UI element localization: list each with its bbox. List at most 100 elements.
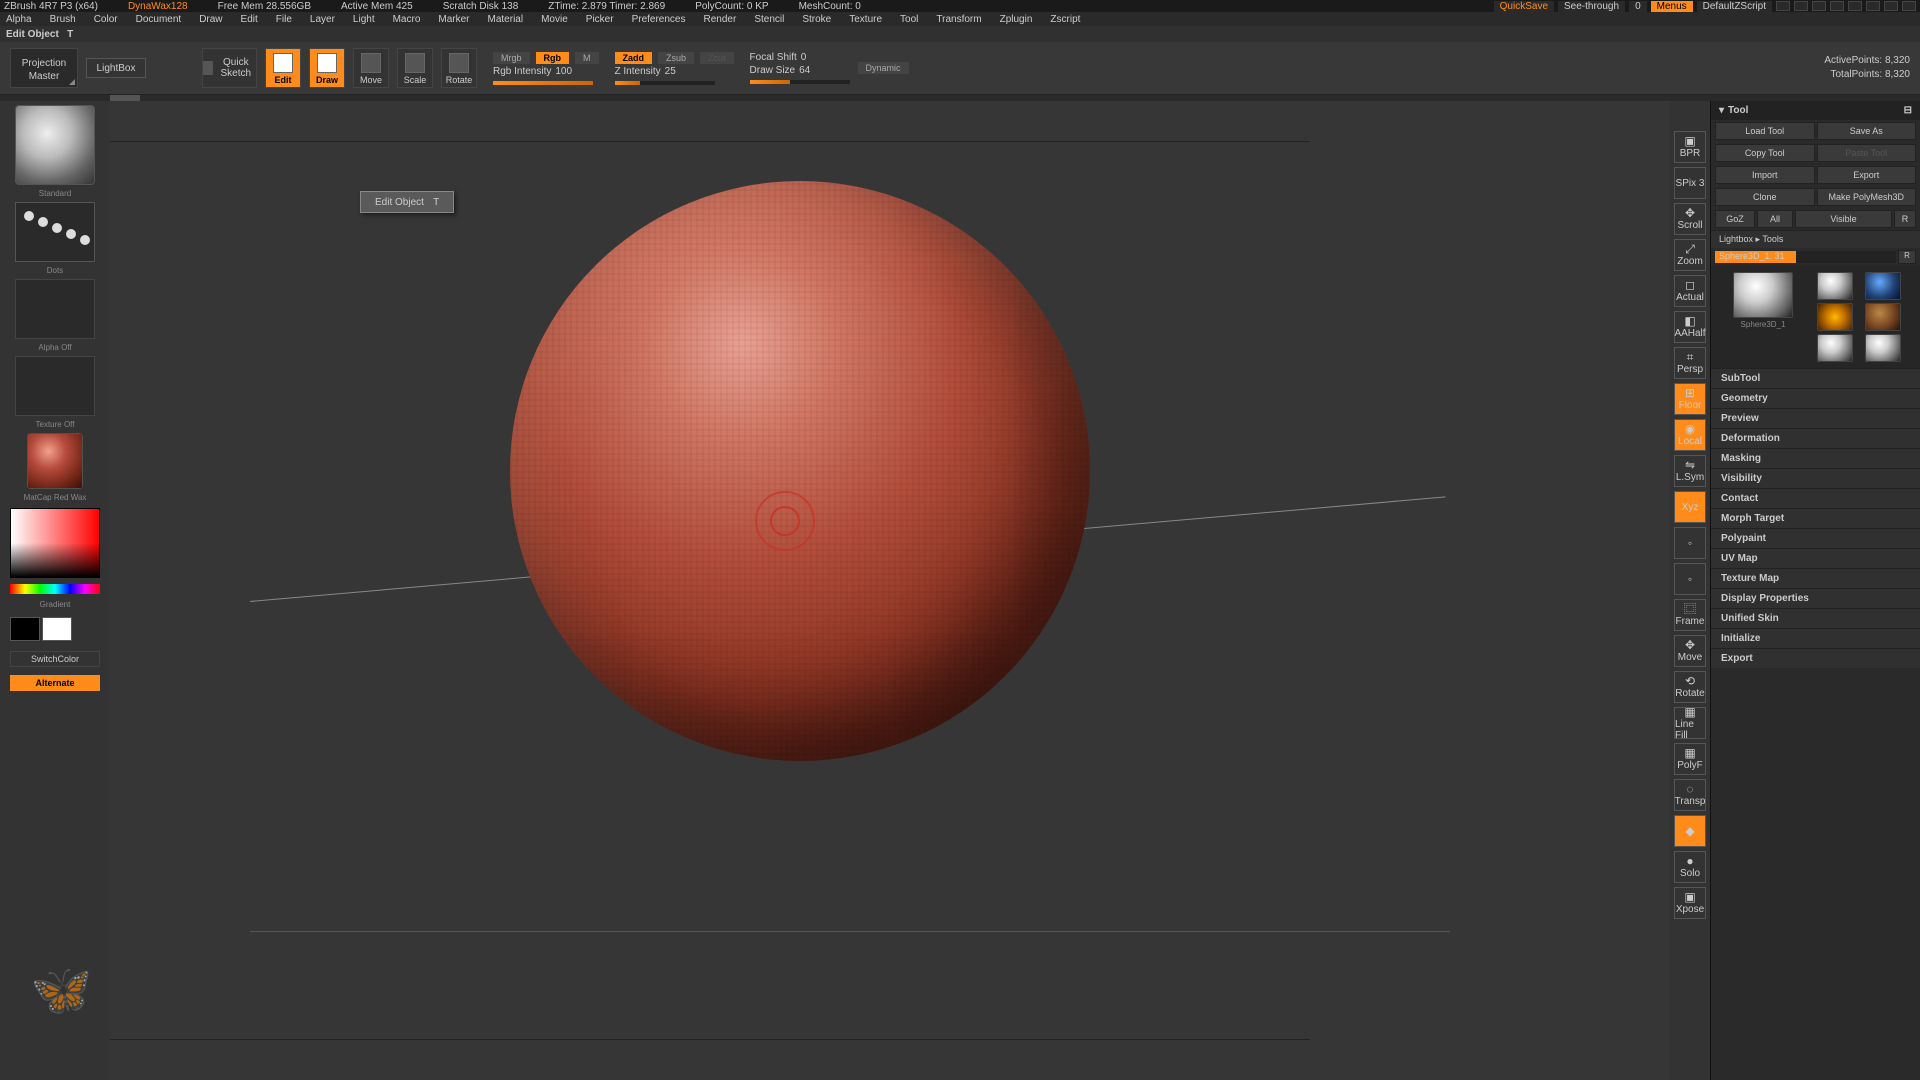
- goz-visible-button[interactable]: Visible: [1795, 210, 1892, 228]
- menu-edit[interactable]: Edit: [241, 14, 258, 25]
- scroll-button[interactable]: ✥Scroll: [1674, 203, 1706, 235]
- xyz-button[interactable]: Xyz: [1674, 491, 1706, 523]
- local-button[interactable]: ◉Local: [1674, 419, 1706, 451]
- xpose-button[interactable]: ▣Xpose: [1674, 887, 1706, 919]
- persp-button[interactable]: ⌗Persp: [1674, 347, 1706, 379]
- section-polypaint[interactable]: Polypaint: [1711, 528, 1920, 548]
- tool-thumb-sphere3d-1[interactable]: [1865, 334, 1901, 362]
- solo-button[interactable]: ●Solo: [1674, 851, 1706, 883]
- color-picker[interactable]: [10, 508, 100, 578]
- menu-tool[interactable]: Tool: [900, 14, 918, 25]
- goz-all-button[interactable]: All: [1757, 210, 1793, 228]
- minimize-icon[interactable]: [1866, 1, 1880, 11]
- current-tool-field[interactable]: Sphere3D_1. 31: [1715, 251, 1896, 263]
- menu-zplugin[interactable]: Zplugin: [1000, 14, 1033, 25]
- section-geometry[interactable]: Geometry: [1711, 388, 1920, 408]
- window-icon-2[interactable]: [1794, 1, 1808, 11]
- rgb-intensity-slider[interactable]: [493, 81, 593, 85]
- texture-thumbnail[interactable]: [15, 356, 95, 416]
- stroke-thumbnail[interactable]: [15, 202, 95, 262]
- menu-file[interactable]: File: [276, 14, 292, 25]
- tool-thumb-alphabrush[interactable]: [1865, 272, 1901, 300]
- secondary-color-swatch[interactable]: [10, 617, 40, 641]
- rotate-view-button[interactable]: ⟲Rotate: [1674, 671, 1706, 703]
- focal-shift-value[interactable]: 0: [801, 52, 807, 63]
- zsub-button[interactable]: Zsub: [658, 52, 694, 64]
- draw-size-slider[interactable]: [750, 80, 850, 84]
- menu-light[interactable]: Light: [353, 14, 375, 25]
- quick-sketch-button[interactable]: Quick Sketch: [202, 48, 257, 88]
- make-polymesh-button[interactable]: Make PolyMesh3D: [1817, 188, 1917, 206]
- zcut-button[interactable]: Zcut: [700, 52, 734, 64]
- load-tool-button[interactable]: Load Tool: [1715, 122, 1815, 140]
- clone-button[interactable]: Clone: [1715, 188, 1815, 206]
- export-button[interactable]: Export: [1817, 166, 1917, 184]
- section-contact[interactable]: Contact: [1711, 488, 1920, 508]
- switch-color-button[interactable]: SwitchColor: [10, 651, 100, 667]
- tool-panel-header[interactable]: ▾ Tool ⊟: [1711, 101, 1920, 120]
- menu-color[interactable]: Color: [94, 14, 118, 25]
- section-visibility[interactable]: Visibility: [1711, 468, 1920, 488]
- menu-macro[interactable]: Macro: [393, 14, 421, 25]
- section-preview[interactable]: Preview: [1711, 408, 1920, 428]
- import-button[interactable]: Import: [1715, 166, 1815, 184]
- section-masking[interactable]: Masking: [1711, 448, 1920, 468]
- zoom-button[interactable]: ⤢Zoom: [1674, 239, 1706, 271]
- lsym-button[interactable]: ⇋L.Sym: [1674, 455, 1706, 487]
- lightbox-tools-header[interactable]: Lightbox ▸ Tools: [1711, 230, 1920, 248]
- edit-mode-button[interactable]: Edit: [265, 48, 301, 88]
- alpha-thumbnail[interactable]: [15, 279, 95, 339]
- menu-marker[interactable]: Marker: [438, 14, 469, 25]
- floor-button[interactable]: ⊞Floor: [1674, 383, 1706, 415]
- menu-picker[interactable]: Picker: [586, 14, 614, 25]
- brush-thumbnail[interactable]: [15, 105, 95, 185]
- window-icon-1[interactable]: [1776, 1, 1790, 11]
- primary-color-swatch[interactable]: [42, 617, 72, 641]
- hue-bar[interactable]: [10, 584, 100, 594]
- rgb-intensity-value[interactable]: 100: [555, 66, 572, 77]
- close-icon[interactable]: [1902, 1, 1916, 11]
- section-subtool[interactable]: SubTool: [1711, 368, 1920, 388]
- dyntopo-button[interactable]: ◆: [1674, 815, 1706, 847]
- sphere-object[interactable]: [510, 181, 1090, 761]
- section-display-properties[interactable]: Display Properties: [1711, 588, 1920, 608]
- copy-tool-button[interactable]: Copy Tool: [1715, 144, 1815, 162]
- menu-render[interactable]: Render: [704, 14, 737, 25]
- menu-brush[interactable]: Brush: [50, 14, 76, 25]
- section-unified-skin[interactable]: Unified Skin: [1711, 608, 1920, 628]
- actual-button[interactable]: ◻Actual: [1674, 275, 1706, 307]
- lightbox-button[interactable]: LightBox: [86, 58, 146, 78]
- tool-thumb-simplebrush[interactable]: [1817, 303, 1853, 331]
- tool-thumb-current[interactable]: [1733, 272, 1793, 318]
- goz-r-button[interactable]: R: [1894, 210, 1916, 228]
- draw-size-value[interactable]: 64: [799, 65, 810, 76]
- material-thumbnail[interactable]: [27, 433, 83, 489]
- zadd-button[interactable]: Zadd: [615, 52, 653, 64]
- frame-button[interactable]: ⿴Frame: [1674, 599, 1706, 631]
- tool-r-button[interactable]: R: [1898, 250, 1916, 264]
- move-mode-button[interactable]: Move: [353, 48, 389, 88]
- window-icon-3[interactable]: [1812, 1, 1826, 11]
- default-zscript[interactable]: DefaultZScript: [1697, 1, 1772, 12]
- transp-button[interactable]: ◌Transp: [1674, 779, 1706, 811]
- section-uv-map[interactable]: UV Map: [1711, 548, 1920, 568]
- bpr-button[interactable]: ▣BPR: [1674, 131, 1706, 163]
- section-morph-target[interactable]: Morph Target: [1711, 508, 1920, 528]
- save-as-button[interactable]: Save As: [1817, 122, 1917, 140]
- section-deformation[interactable]: Deformation: [1711, 428, 1920, 448]
- rgb-button[interactable]: Rgb: [536, 52, 570, 64]
- gradient-label[interactable]: Gradient: [4, 600, 106, 609]
- menu-alpha[interactable]: Alpha: [6, 14, 32, 25]
- menu-material[interactable]: Material: [488, 14, 524, 25]
- draw-mode-button[interactable]: Draw: [309, 48, 345, 88]
- section-export[interactable]: Export: [1711, 648, 1920, 668]
- blank-2-button[interactable]: ◦: [1674, 563, 1706, 595]
- section-texture-map[interactable]: Texture Map: [1711, 568, 1920, 588]
- scale-mode-button[interactable]: Scale: [397, 48, 433, 88]
- spix-button[interactable]: SPix 3: [1674, 167, 1706, 199]
- tool-thumb-eraserbrush[interactable]: [1865, 303, 1901, 331]
- menu-layer[interactable]: Layer: [310, 14, 335, 25]
- menu-movie[interactable]: Movie: [541, 14, 568, 25]
- z-intensity-value[interactable]: 25: [665, 66, 676, 77]
- menu-stroke[interactable]: Stroke: [802, 14, 831, 25]
